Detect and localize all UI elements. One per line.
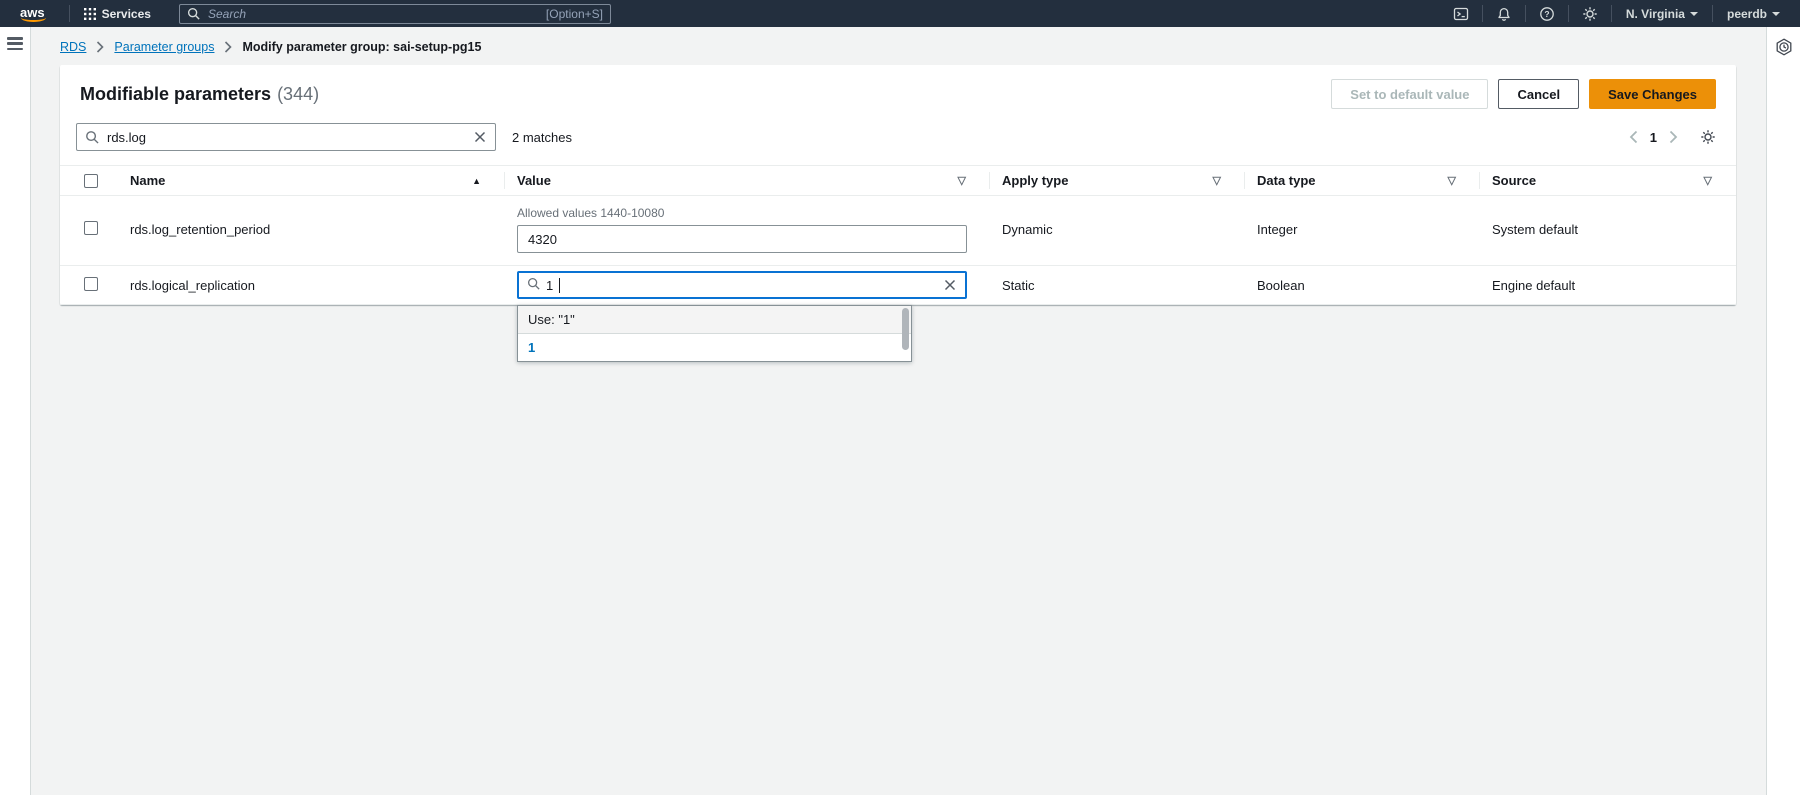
page-number[interactable]: 1 [1650,130,1657,145]
value-cell: Allowed values 1440-10080 [505,206,990,253]
settings-gear-icon[interactable] [1577,0,1603,27]
apply-type-value: Static [990,278,1245,293]
table-row: rds.logical_replication 1 [60,266,1736,305]
services-label: Services [102,7,151,21]
help-icon[interactable]: ? [1534,0,1560,27]
topbar-divider [1525,5,1526,22]
region-label: N. Virginia [1626,7,1685,21]
left-nav-rail [0,27,31,795]
app-shell: RDS Parameter groups Modify parameter gr… [0,27,1800,795]
hamburger-menu-icon[interactable] [7,37,23,50]
value-suggestions-dropdown: Use: "1" 1 [517,305,912,362]
chevron-down-icon [1690,12,1698,16]
sort-ascending-icon: ▲ [472,176,481,186]
account-label: peerdb [1727,7,1767,21]
topbar-search: [Option+S] [179,4,611,24]
clear-value-icon[interactable] [943,278,957,292]
column-header-apply-type[interactable]: Apply type ▽ [990,166,1245,195]
notifications-bell-icon[interactable] [1491,0,1517,27]
select-all-cell [60,167,112,195]
page-title: Modifiable parameters [80,84,271,105]
parameter-value-input[interactable] [517,225,967,253]
search-icon [527,277,540,293]
allowed-values-hint: Allowed values 1440-10080 [517,206,990,220]
topbar-divider [69,5,70,22]
row-checkbox[interactable] [84,221,98,235]
column-header-data-type[interactable]: Data type ▽ [1245,166,1480,195]
parameter-name: rds.logical_replication [112,278,505,293]
text-cursor [559,278,560,293]
table-row: rds.log_retention_period Allowed values … [60,196,1736,266]
column-header-name[interactable]: Name ▲ [112,166,505,195]
topbar-right: ? N. Virginia peerdb [1448,0,1786,27]
source-value: System default [1480,222,1736,237]
data-type-value: Boolean [1245,278,1480,293]
table-settings-gear-icon[interactable] [1700,129,1716,145]
aws-swoosh-icon [21,17,46,22]
topbar-divider [1482,5,1483,22]
breadcrumb-link-rds[interactable]: RDS [60,40,86,54]
prev-page-icon[interactable] [1629,130,1638,144]
account-menu[interactable]: peerdb [1721,7,1786,21]
filter-row: 2 matches 1 [60,115,1736,155]
dropdown-option[interactable]: 1 [518,334,911,361]
match-count: 2 matches [512,130,572,145]
parameter-name: rds.log_retention_period [112,222,505,237]
breadcrumb: RDS Parameter groups Modify parameter gr… [60,27,1736,65]
filter-input[interactable] [76,123,496,151]
save-changes-button[interactable]: Save Changes [1589,79,1716,109]
search-shortcut-hint: [Option+S] [546,7,603,21]
combobox-typed-text: 1 [546,278,553,293]
services-menu[interactable]: Services [78,0,157,27]
services-grid-icon [84,8,96,20]
topbar-divider [1568,5,1569,22]
column-header-value[interactable]: Value ▽ [505,166,990,195]
apply-type-value: Dynamic [990,222,1245,237]
chevron-down-icon [1772,12,1780,16]
topbar: aws Services [Option+S] ? N. [0,0,1800,27]
breadcrumb-chevron-icon [96,41,104,53]
parameters-table: Name ▲ Value ▽ Apply type ▽ [60,165,1736,305]
cancel-button[interactable]: Cancel [1498,79,1579,109]
topbar-divider [1712,5,1713,22]
right-tools-rail [1766,27,1800,795]
region-selector[interactable]: N. Virginia [1620,7,1704,21]
column-filter-icon[interactable]: ▽ [1213,174,1221,187]
breadcrumb-chevron-icon [224,41,232,53]
breadcrumb-current-page: Modify parameter group: sai-setup-pg15 [242,40,481,54]
aws-logo[interactable]: aws [14,5,51,23]
select-all-checkbox[interactable] [84,174,98,188]
clear-filter-icon[interactable] [473,130,487,147]
main-content: RDS Parameter groups Modify parameter gr… [31,27,1766,795]
table-header-row: Name ▲ Value ▽ Apply type ▽ [60,165,1736,196]
header-actions: Set to default value Cancel Save Changes [1331,79,1716,109]
search-icon [85,130,99,147]
dropdown-scrollbar[interactable] [902,308,909,350]
row-checkbox[interactable] [84,277,98,291]
data-type-value: Integer [1245,222,1480,237]
set-to-default-button[interactable]: Set to default value [1331,79,1488,109]
svg-text:?: ? [1544,9,1549,19]
dropdown-use-entered-value[interactable]: Use: "1" [518,306,911,334]
column-filter-icon[interactable]: ▽ [958,174,966,187]
column-filter-icon[interactable]: ▽ [1448,174,1456,187]
parameter-value-combobox[interactable]: 1 [517,271,967,299]
search-icon [187,7,200,23]
parameter-filter [76,123,496,151]
modifiable-parameters-card: Modifiable parameters (344) Set to defau… [60,65,1736,305]
column-header-source[interactable]: Source ▽ [1480,166,1736,195]
next-page-icon[interactable] [1669,130,1678,144]
history-clock-icon[interactable] [1774,37,1794,60]
cloudshell-icon[interactable] [1448,0,1474,27]
pagination: 1 [1629,129,1716,145]
topbar-divider [1611,5,1612,22]
source-value: Engine default [1480,278,1736,293]
parameter-count: (344) [277,84,319,105]
column-filter-icon[interactable]: ▽ [1704,174,1712,187]
card-header: Modifiable parameters (344) Set to defau… [60,65,1736,115]
breadcrumb-link-parameter-groups[interactable]: Parameter groups [114,40,214,54]
value-cell: 1 Use: "1" 1 [505,271,990,299]
